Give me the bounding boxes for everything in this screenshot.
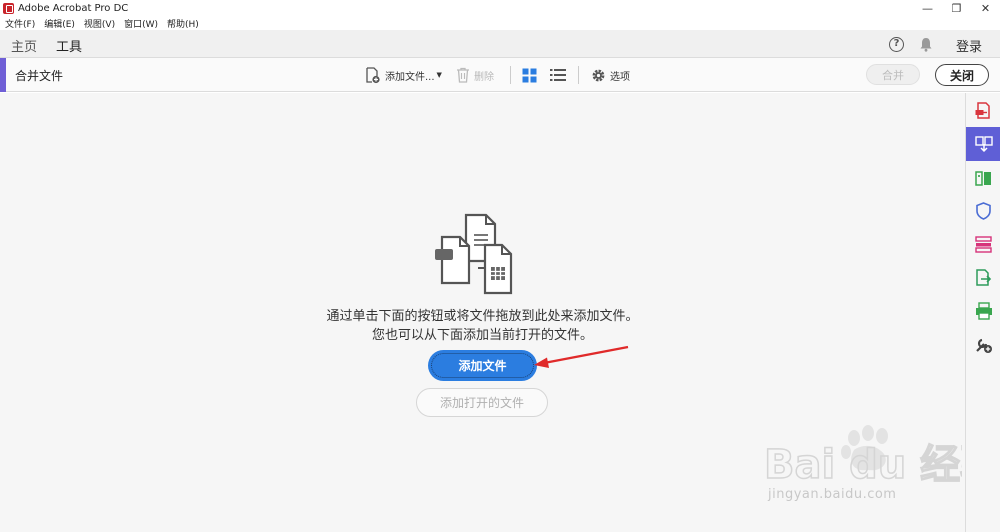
organize-pages-icon — [975, 170, 991, 186]
more-tools-icon — [975, 338, 992, 353]
combine-toolbar: 合并文件 添加文件... ▼ 删除 选项 合并 关闭 — [0, 58, 1000, 92]
list-view-icon — [550, 69, 566, 81]
combine-files-illustration — [435, 213, 513, 295]
menu-edit[interactable]: 编辑(E) — [39, 17, 79, 30]
watermark-brand: Bai du 经验 — [764, 442, 962, 488]
menu-file[interactable]: 文件(F) — [0, 17, 39, 30]
tools-rail — [965, 93, 1000, 532]
toolbar-divider — [510, 66, 511, 84]
baidu-watermark-logo: Bai du 经验 — [763, 425, 962, 489]
window-controls: — ❐ ✕ — [913, 0, 1000, 16]
red-annotation-arrow-icon — [534, 345, 629, 368]
login-link[interactable]: 登录 — [956, 36, 982, 55]
grid-view-button[interactable] — [522, 58, 537, 92]
combine-files-icon — [974, 136, 993, 153]
options-button[interactable]: 选项 — [591, 58, 630, 92]
merge-button[interactable]: 合并 — [866, 64, 920, 85]
rail-organize-pages[interactable] — [966, 161, 1000, 195]
help-icon[interactable]: ? — [889, 37, 904, 52]
menu-window[interactable]: 窗口(W) — [119, 17, 162, 30]
grid-view-icon — [522, 68, 537, 82]
add-files-button[interactable]: 添加文件 — [428, 350, 537, 381]
bell-icon[interactable] — [919, 37, 933, 52]
add-files-dropdown[interactable]: 添加文件... ▼ — [364, 58, 442, 92]
instruction-line-1: 通过单击下面的按钮或将文件拖放到此处来添加文件。 — [326, 309, 639, 324]
rail-combine-files[interactable] — [966, 127, 1000, 161]
add-file-icon — [366, 66, 380, 83]
close-tool-button[interactable]: 关闭 — [935, 64, 989, 86]
menu-bar: 文件(F) 编辑(E) 视图(V) 窗口(W) 帮助(H) — [0, 16, 203, 30]
options-label: 选项 — [610, 71, 630, 83]
delete-button[interactable]: 删除 — [456, 58, 494, 92]
menu-view[interactable]: 视图(V) — [79, 17, 119, 30]
prepare-form-icon — [975, 235, 992, 253]
add-open-files-button[interactable]: 添加打开的文件 — [416, 388, 548, 417]
rail-protect[interactable] — [966, 194, 1000, 228]
gear-icon — [592, 69, 605, 81]
tool-accent-bar — [0, 58, 6, 92]
top-nav: 主页 工具 ? 登录 — [0, 30, 1000, 63]
rail-more-tools[interactable] — [966, 328, 1000, 362]
rail-prepare-form[interactable] — [966, 227, 1000, 261]
list-view-button[interactable] — [550, 58, 566, 92]
acrobat-logo-icon — [3, 2, 14, 14]
window-title: Adobe Acrobat Pro DC — [18, 2, 129, 14]
protect-icon — [976, 202, 991, 220]
trash-icon — [457, 67, 469, 83]
export-pdf-icon — [976, 269, 992, 286]
chevron-down-icon: ▼ — [436, 71, 442, 79]
rail-print-production[interactable] — [966, 294, 1000, 328]
tool-title: 合并文件 — [15, 69, 64, 83]
restore-button[interactable]: ❐ — [942, 0, 971, 16]
rail-export-pdf[interactable] — [966, 261, 1000, 295]
tab-home[interactable]: 主页 — [11, 36, 37, 55]
rail-create-pdf[interactable] — [966, 94, 1000, 128]
watermark-url: jingyan.baidu.com — [768, 487, 897, 502]
delete-label: 删除 — [474, 71, 494, 83]
close-window-button[interactable]: ✕ — [971, 0, 1000, 16]
add-files-label: 添加文件... — [385, 71, 435, 83]
title-bar: Adobe Acrobat Pro DC — ❐ ✕ — [0, 0, 1000, 16]
minimize-button[interactable]: — — [913, 0, 942, 16]
menu-help[interactable]: 帮助(H) — [162, 17, 203, 30]
instruction-line-2: 您也可以从下面添加当前打开的文件。 — [371, 328, 593, 343]
tab-tools[interactable]: 工具 — [56, 36, 83, 63]
toolbar-divider — [578, 66, 579, 84]
create-pdf-icon — [975, 102, 990, 119]
print-production-icon — [975, 302, 992, 320]
